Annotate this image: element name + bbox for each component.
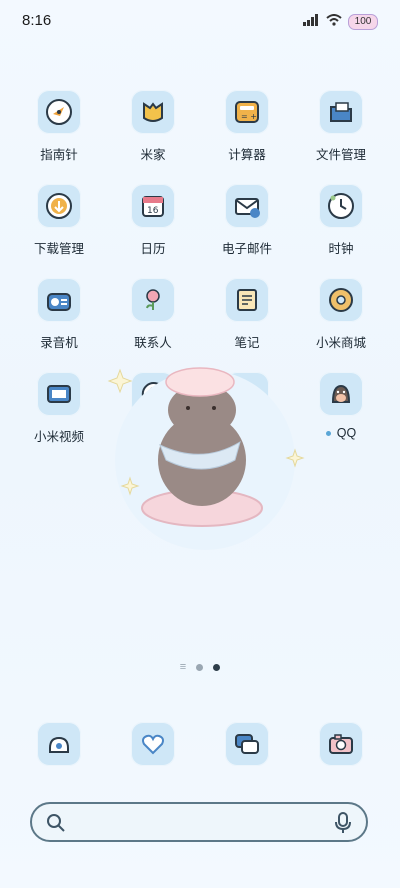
phone-icon bbox=[37, 722, 81, 766]
app-label-text: QQ bbox=[336, 426, 357, 440]
page-indicator: ≡ bbox=[0, 661, 400, 673]
calendar-date: 16 bbox=[147, 206, 159, 216]
app-label: 文件管理 bbox=[315, 148, 366, 162]
status-bar: 8:16 100 bbox=[0, 0, 400, 40]
calendar-icon: 16 bbox=[131, 184, 175, 228]
dock-phone[interactable] bbox=[12, 722, 106, 766]
app-downloads[interactable]: 下载管理 bbox=[12, 184, 106, 257]
app-notes[interactable]: 笔记 bbox=[200, 278, 294, 351]
search-input[interactable] bbox=[76, 812, 322, 834]
app-label: 时钟 bbox=[328, 242, 354, 256]
app-compass[interactable]: 指南针 bbox=[12, 90, 106, 163]
app-label: 下载管理 bbox=[33, 242, 84, 256]
microphone-icon[interactable] bbox=[334, 812, 352, 839]
status-time: 8:16 bbox=[22, 12, 52, 29]
dock-heart[interactable] bbox=[106, 722, 200, 766]
menu-lines-icon[interactable]: ≡ bbox=[180, 661, 186, 673]
app-file-manager[interactable]: 文件管理 bbox=[294, 90, 388, 163]
radio-icon bbox=[37, 278, 81, 322]
wallpaper-illustration bbox=[90, 350, 320, 550]
svg-text:= +: = + bbox=[241, 112, 257, 121]
email-icon bbox=[225, 184, 269, 228]
status-icons: 100 bbox=[302, 13, 378, 31]
signal-icon bbox=[302, 13, 320, 31]
dock-messages[interactable] bbox=[200, 722, 294, 766]
app-label: 指南针 bbox=[40, 148, 78, 162]
qq-penguin-icon bbox=[319, 372, 363, 416]
app-recorder[interactable]: 录音机 bbox=[12, 278, 106, 351]
compass-icon bbox=[37, 90, 81, 134]
notes-icon bbox=[225, 278, 269, 322]
mijia-icon bbox=[131, 90, 175, 134]
app-label: 录音机 bbox=[40, 336, 78, 350]
app-mijia[interactable]: 米家 bbox=[106, 90, 200, 163]
calculator-icon: = + bbox=[225, 90, 269, 134]
clock-icon bbox=[319, 184, 363, 228]
search-bar[interactable] bbox=[30, 802, 368, 842]
app-label: 日历 bbox=[140, 242, 166, 256]
dock bbox=[0, 722, 400, 772]
dock-camera[interactable] bbox=[294, 722, 388, 766]
app-email[interactable]: 电子邮件 bbox=[200, 184, 294, 257]
app-mi-store[interactable]: 小米商城 bbox=[294, 278, 388, 351]
notification-dot bbox=[325, 431, 331, 437]
app-label: 米家 bbox=[140, 148, 166, 162]
battery-indicator: 100 bbox=[348, 14, 378, 30]
app-label: 电子邮件 bbox=[221, 242, 272, 256]
flower-icon bbox=[131, 278, 175, 322]
app-calendar[interactable]: 16 日历 bbox=[106, 184, 200, 257]
app-contacts[interactable]: 联系人 bbox=[106, 278, 200, 351]
page-dot[interactable] bbox=[196, 663, 204, 671]
app-label: 小米商城 bbox=[315, 336, 366, 350]
heart-icon bbox=[131, 722, 175, 766]
wifi-icon bbox=[326, 13, 342, 31]
folder-icon bbox=[319, 90, 363, 134]
app-label: 笔记 bbox=[234, 336, 260, 350]
search-icon[interactable] bbox=[46, 813, 66, 838]
app-label: 计算器 bbox=[228, 148, 266, 162]
camera-icon bbox=[319, 722, 363, 766]
app-clock[interactable]: 时钟 bbox=[294, 184, 388, 257]
page-dot-active[interactable] bbox=[213, 663, 221, 671]
donut-icon bbox=[319, 278, 363, 322]
messages-icon bbox=[225, 722, 269, 766]
app-calculator[interactable]: = + 计算器 bbox=[200, 90, 294, 163]
download-icon bbox=[37, 184, 81, 228]
tv-icon bbox=[37, 372, 81, 416]
app-label: 联系人 bbox=[134, 336, 172, 350]
